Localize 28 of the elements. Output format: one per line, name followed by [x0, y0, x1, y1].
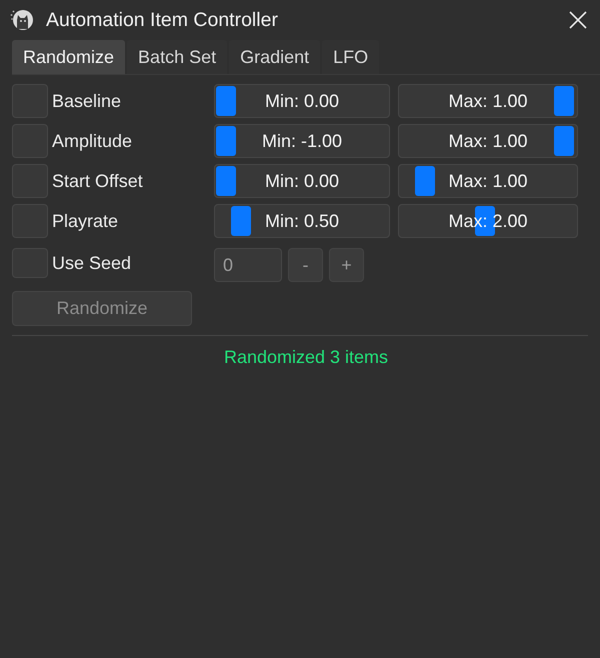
max-slider[interactable]: Max: 1.00 [398, 84, 578, 118]
slider-thumb[interactable] [554, 126, 574, 156]
checkbox[interactable] [12, 164, 48, 198]
tab[interactable]: Randomize [12, 40, 126, 74]
slider-thumb[interactable] [216, 126, 236, 156]
parameter-label: Playrate [52, 210, 120, 233]
min-slider[interactable]: Min: -1.00 [214, 124, 390, 158]
min-slider[interactable]: Min: 0.00 [214, 164, 390, 198]
slider-thumb[interactable] [554, 86, 574, 116]
status-message: Randomized 3 items [224, 347, 388, 368]
max-slider[interactable]: Max: 1.00 [398, 164, 578, 198]
parameter-label: Amplitude [52, 130, 134, 153]
window-title: Automation Item Controller [46, 8, 279, 32]
slider-thumb[interactable] [216, 86, 236, 116]
parameter-label: Baseline [52, 90, 122, 112]
use-seed-label: Use Seed [52, 252, 132, 274]
slider-thumb[interactable] [231, 206, 251, 236]
close-icon[interactable] [569, 11, 587, 29]
max-slider[interactable]: Max: 1.00 [398, 124, 578, 158]
cat-logo-icon [10, 9, 34, 31]
checkbox[interactable] [12, 84, 48, 118]
min-slider[interactable]: Min: 0.50 [214, 204, 390, 238]
checkbox[interactable] [12, 204, 48, 238]
checkbox[interactable] [12, 124, 48, 158]
parameter-label: Start Offset [52, 170, 144, 192]
slider-thumb[interactable] [415, 166, 436, 196]
min-slider[interactable]: Min: 0.00 [214, 84, 390, 118]
slider-thumb[interactable] [216, 166, 236, 196]
